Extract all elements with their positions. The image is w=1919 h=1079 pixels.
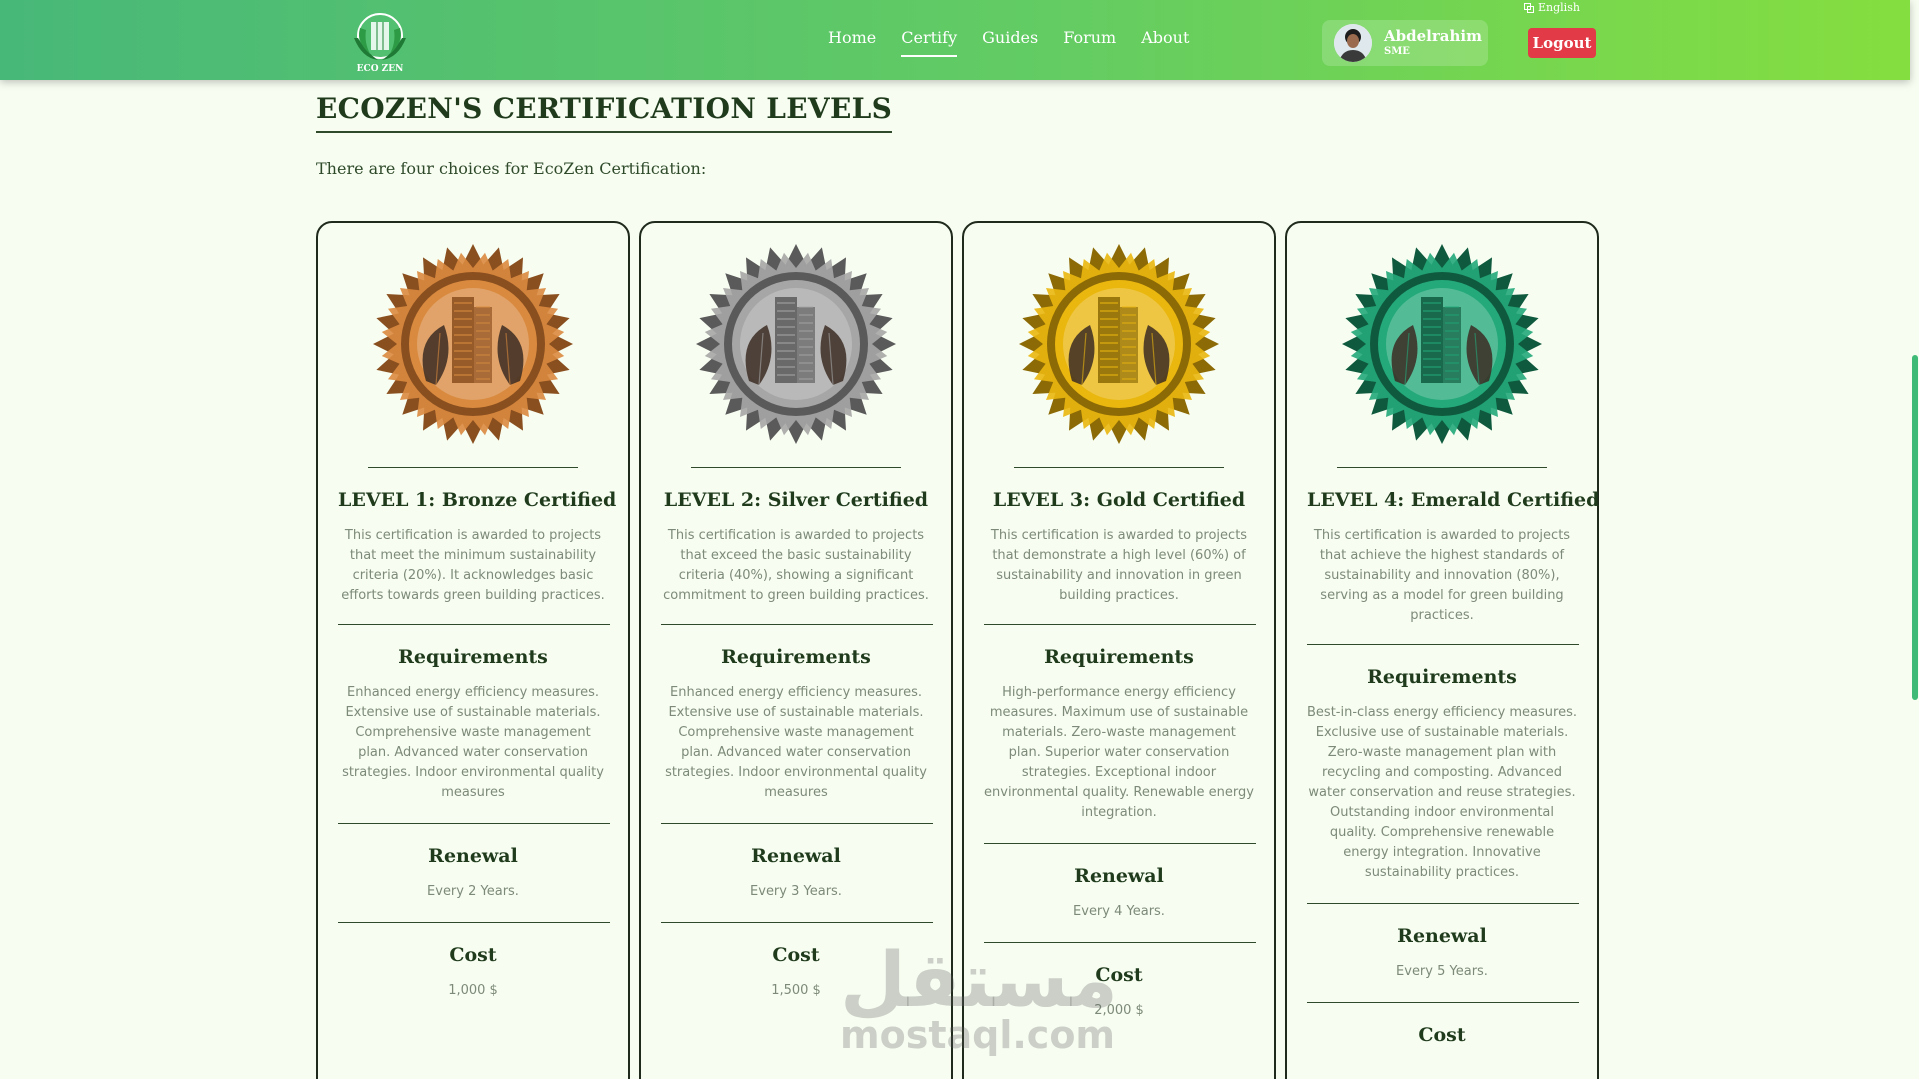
gold-badge-icon xyxy=(1019,244,1219,444)
divider xyxy=(1014,467,1224,468)
level-description: This certification is awarded to project… xyxy=(663,528,929,603)
level-card: LEVEL 1: Bronze Certified This certifica… xyxy=(316,221,630,1079)
ecozen-logo[interactable]: ECO ZEN xyxy=(344,8,416,78)
level-card: LEVEL 4: Emerald Certified This certific… xyxy=(1285,221,1599,1079)
renewal-text: Every 2 Years. xyxy=(427,884,519,899)
cost-heading: Cost xyxy=(1418,1024,1466,1046)
divider xyxy=(1337,467,1547,468)
level-description: This certification is awarded to project… xyxy=(990,528,1248,603)
divider xyxy=(338,624,610,625)
renewal-text: Every 5 Years. xyxy=(1396,964,1488,979)
cost-heading: Cost xyxy=(449,944,497,966)
divider xyxy=(661,823,933,824)
cost-value: 1,000 $ xyxy=(448,983,498,998)
user-profile-chip[interactable]: Abdelrahim SME xyxy=(1322,20,1488,66)
requirements-text: Best-in-class energy efficiency measures… xyxy=(1307,705,1577,880)
level-card: LEVEL 2: Silver Certified This certifica… xyxy=(639,221,953,1079)
cost-heading: Cost xyxy=(1095,964,1143,986)
cost-value: 2,000 $ xyxy=(1094,1003,1144,1018)
requirements-text: Enhanced energy efficiency measures. Ext… xyxy=(665,685,927,800)
divider xyxy=(1307,903,1579,904)
renewal-text: Every 3 Years. xyxy=(750,884,842,899)
requirements-text: Enhanced energy efficiency measures. Ext… xyxy=(342,685,604,800)
top-navbar: ECO ZEN Home Certify Guides Forum About … xyxy=(0,0,1910,80)
nav-guides[interactable]: Guides xyxy=(982,28,1038,57)
divider xyxy=(691,467,901,468)
divider xyxy=(984,624,1256,625)
divider xyxy=(368,467,578,468)
nav-about[interactable]: About xyxy=(1141,28,1189,57)
divider xyxy=(338,922,610,923)
renewal-heading: Renewal xyxy=(428,845,518,867)
level-description: This certification is awarded to project… xyxy=(341,528,605,603)
certification-cards: LEVEL 1: Bronze Certified This certifica… xyxy=(316,221,1599,1079)
language-label: English xyxy=(1538,1,1580,14)
requirements-heading: Requirements xyxy=(721,646,871,668)
requirements-heading: Requirements xyxy=(1044,646,1194,668)
nav-certify[interactable]: Certify xyxy=(901,28,958,57)
user-role: SME xyxy=(1384,46,1410,57)
avatar xyxy=(1334,24,1372,62)
requirements-text: High-performance energy efficiency measu… xyxy=(984,685,1254,820)
level-title: LEVEL 1: Bronze Certified xyxy=(338,489,617,511)
page-scrollbar[interactable] xyxy=(1912,355,1918,700)
divider xyxy=(661,624,933,625)
requirements-heading: Requirements xyxy=(1367,666,1517,688)
divider xyxy=(1307,644,1579,645)
divider xyxy=(984,843,1256,844)
page-title: ECOZEN'S CERTIFICATION LEVELS xyxy=(316,92,893,133)
nav-home[interactable]: Home xyxy=(828,28,876,57)
renewal-heading: Renewal xyxy=(1074,865,1164,887)
level-card: LEVEL 3: Gold Certified This certificati… xyxy=(962,221,1276,1079)
bronze-badge-icon xyxy=(373,244,573,444)
silver-badge-icon xyxy=(696,244,896,444)
divider xyxy=(661,922,933,923)
level-title: LEVEL 4: Emerald Certified xyxy=(1307,489,1600,511)
renewal-heading: Renewal xyxy=(1397,925,1487,947)
renewal-heading: Renewal xyxy=(751,845,841,867)
logo-text: ECO ZEN xyxy=(356,64,404,74)
level-title: LEVEL 3: Gold Certified xyxy=(992,489,1246,511)
main-nav: Home Certify Guides Forum About xyxy=(828,28,1189,57)
cost-value: 1,500 $ xyxy=(771,983,821,998)
emerald-badge-icon xyxy=(1342,244,1542,444)
nav-forum[interactable]: Forum xyxy=(1063,28,1116,57)
intro-text: There are four choices for EcoZen Certif… xyxy=(316,159,707,178)
language-switcher[interactable]: English xyxy=(1524,1,1580,14)
user-name: Abdelrahim xyxy=(1384,27,1482,45)
renewal-text: Every 4 Years. xyxy=(1073,904,1165,919)
translate-icon xyxy=(1524,2,1534,13)
divider xyxy=(984,942,1256,943)
requirements-heading: Requirements xyxy=(398,646,548,668)
divider xyxy=(1307,1002,1579,1003)
level-description: This certification is awarded to project… xyxy=(1313,528,1571,623)
cost-heading: Cost xyxy=(772,944,820,966)
logout-button[interactable]: Logout xyxy=(1528,28,1596,58)
divider xyxy=(338,823,610,824)
level-title: LEVEL 2: Silver Certified xyxy=(663,489,929,511)
